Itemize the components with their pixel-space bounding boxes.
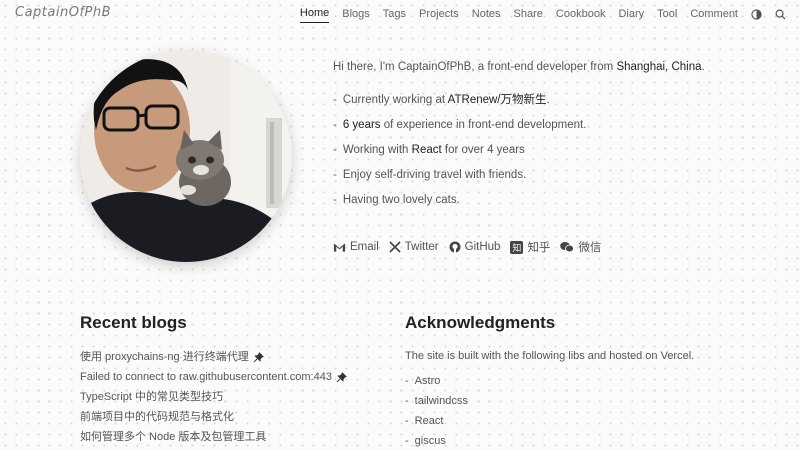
nav-cookbook[interactable]: Cookbook (556, 7, 606, 23)
avatar (80, 50, 292, 262)
blog-item[interactable]: Failed to connect to raw.githubuserconte… (80, 367, 347, 387)
lib-item[interactable]: - giscus (405, 433, 694, 450)
github-icon (449, 241, 461, 253)
acknowledgments-section: The site is built with the following lib… (405, 348, 694, 450)
greeting: Hi there, I'm CaptainOfPhB, a front-end … (333, 61, 705, 73)
email-icon (333, 242, 346, 252)
blog-item[interactable]: TypeScript 中的常见类型技巧 (80, 387, 347, 407)
recent-blogs-list: 使用 proxychains-ng 进行终端代理 Failed to conne… (80, 347, 347, 447)
acknowledgments-description: The site is built with the following lib… (405, 350, 695, 362)
social-wechat-link[interactable]: 微信 (560, 239, 601, 255)
nav-share[interactable]: Share (514, 7, 543, 23)
blog-item[interactable]: 如何管理多个 Node 版本及包管理工具 (80, 427, 347, 447)
main-nav: Home Blogs Tags Projects Notes Share Coo… (287, 6, 786, 23)
wechat-icon (560, 242, 575, 253)
pin-icon (336, 371, 347, 383)
location-highlight: Shanghai, China (616, 61, 702, 73)
social-github-link[interactable]: GitHub (449, 241, 500, 253)
intro-item: - Currently working at ATRenew/万物新生. (333, 94, 550, 106)
theme-toggle-icon[interactable] (751, 9, 762, 20)
pin-icon (253, 351, 264, 363)
social-email-link[interactable]: Email (333, 241, 379, 253)
intro-list: - Currently working at ATRenew/万物新生. -6 y… (333, 92, 773, 217)
intro-item: -6 years of experience in front-end deve… (333, 119, 587, 131)
intro-item: - Enjoy self-driving travel with friends. (333, 169, 527, 181)
lib-item[interactable]: - Astro (405, 373, 694, 393)
intro-item: - Working with React for over 4 years (333, 144, 525, 156)
nav-blogs[interactable]: Blogs (342, 7, 370, 23)
nav-tags[interactable]: Tags (383, 7, 406, 23)
site-logo[interactable]: CaptainOfPhB (15, 5, 111, 20)
nav-home[interactable]: Home (299, 6, 330, 23)
zhihu-icon: 知 (510, 240, 524, 254)
recent-blogs-heading: Recent blogs (80, 313, 187, 332)
blog-item[interactable]: 前端项目中的代码规范与格式化 (80, 407, 347, 427)
intro-section: Hi there, I'm CaptainOfPhB, a front-end … (333, 59, 773, 217)
blog-item[interactable]: 使用 proxychains-ng 进行终端代理 (80, 347, 347, 367)
nav-diary[interactable]: Diary (618, 7, 644, 23)
nav-projects[interactable]: Projects (419, 7, 459, 23)
lib-item[interactable]: - React (405, 413, 694, 433)
social-links: Email Twitter GitHub 知 知乎 微信 (333, 239, 611, 255)
nav-tool[interactable]: Tool (657, 7, 677, 23)
social-zhihu-link[interactable]: 知 知乎 (510, 239, 550, 255)
nav-comment[interactable]: Comment (690, 7, 738, 23)
intro-item: - Having two lovely cats. (333, 194, 460, 206)
libs-list: - Astro - tailwindcss - React - giscus (405, 373, 694, 450)
lib-item[interactable]: - tailwindcss (405, 393, 694, 413)
twitter-icon (389, 241, 401, 253)
nav-notes[interactable]: Notes (472, 7, 501, 23)
social-twitter-link[interactable]: Twitter (389, 241, 439, 253)
search-icon[interactable] (775, 9, 786, 20)
acknowledgments-heading: Acknowledgments (405, 313, 556, 332)
